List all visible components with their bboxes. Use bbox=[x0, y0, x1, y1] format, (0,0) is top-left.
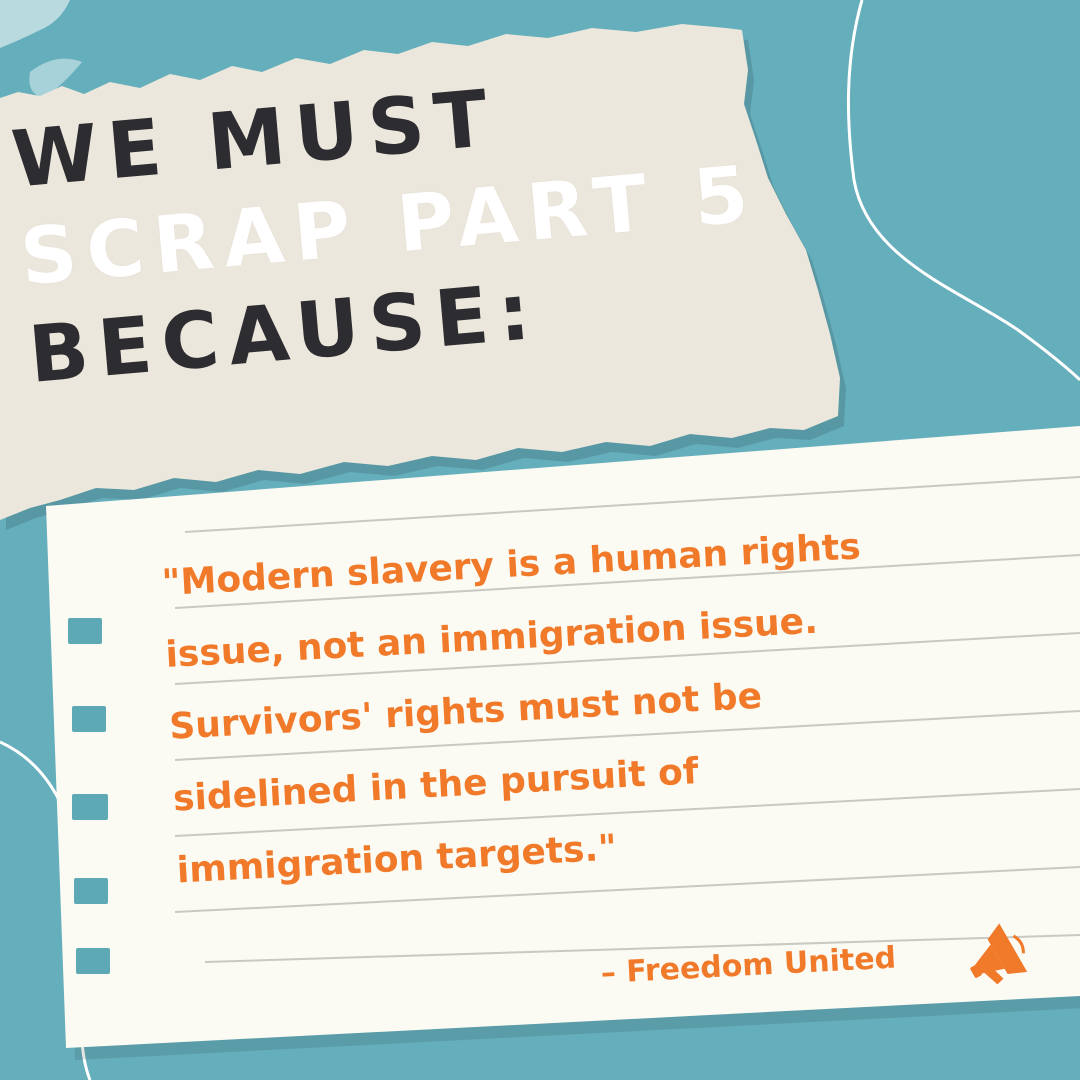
binder-hole bbox=[72, 794, 108, 820]
megaphone-icon bbox=[970, 923, 1028, 985]
quote: "Modern slavery is a human rights issue,… bbox=[160, 505, 998, 907]
binder-hole bbox=[74, 878, 108, 904]
poster: We must Scrap Part 5 because: "Modern sl… bbox=[0, 0, 1080, 1080]
binder-hole bbox=[68, 618, 102, 644]
binder-hole bbox=[72, 706, 106, 732]
binder-hole bbox=[76, 948, 110, 974]
